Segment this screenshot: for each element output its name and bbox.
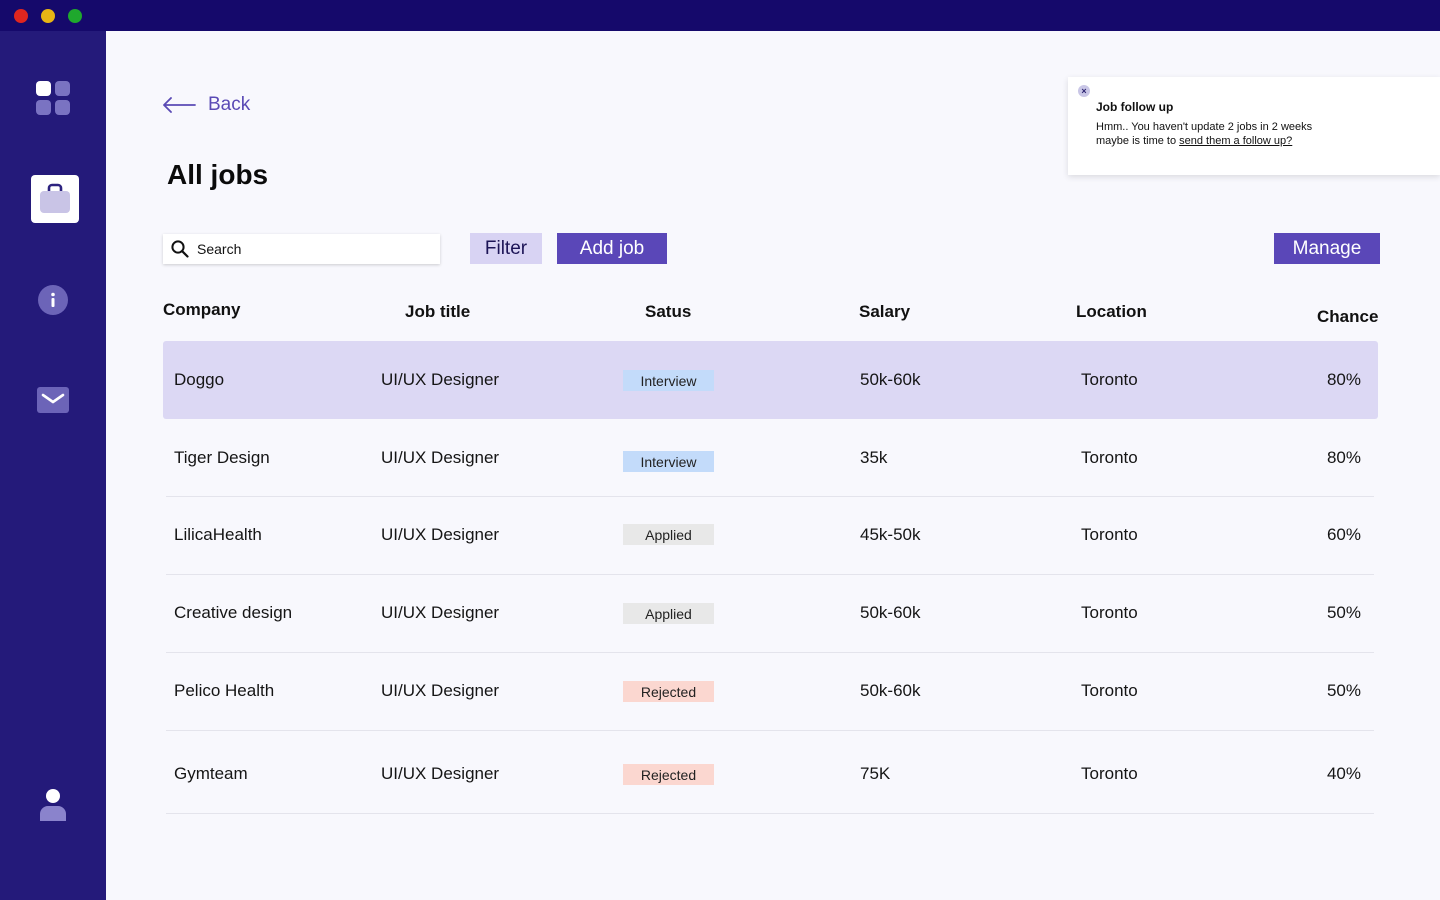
status-badge: Interview [623, 451, 714, 472]
arrow-left-icon [163, 97, 196, 113]
salary-cell: 45k-50k [860, 525, 921, 544]
status-badge: Rejected [623, 764, 714, 785]
search-input[interactable] [197, 241, 437, 257]
location-cell: Toronto [1081, 448, 1138, 467]
chance-cell: 50% [1326, 603, 1361, 622]
column-header-location[interactable]: Location [1076, 302, 1147, 322]
status-badge: Applied [623, 603, 714, 624]
notification-title: Job follow up [1096, 100, 1174, 114]
chance-cell: 80% [1326, 370, 1361, 389]
salary-cell: 50k-60k [860, 681, 921, 700]
company-cell: Pelico Health [174, 681, 275, 700]
job-title-cell: UI/UX Designer [381, 448, 500, 467]
back-button[interactable]: Back [162, 92, 250, 118]
window-titlebar [0, 0, 1440, 31]
search-box[interactable] [163, 234, 440, 264]
job-title-cell: UI/UX Designer [381, 370, 500, 389]
company-cell: Doggo [174, 370, 225, 389]
salary-cell: 35k [860, 448, 888, 467]
column-header-chance[interactable]: Chance [1317, 307, 1378, 327]
row-divider [166, 813, 1374, 814]
back-label: Back [208, 94, 251, 115]
column-header-status[interactable]: Satus [645, 302, 691, 322]
follow-up-link[interactable]: send them a follow up? [1179, 135, 1292, 147]
location-cell: Toronto [1081, 525, 1138, 544]
chance-cell: 60% [1326, 525, 1361, 544]
status-badge: Rejected [623, 681, 714, 702]
status-badge: Applied [623, 524, 714, 545]
column-header-salary[interactable]: Salary [859, 302, 910, 322]
table-row[interactable]: Pelico Health UI/UX Designer Rejected 50… [163, 653, 1378, 731]
chance-cell: 40% [1326, 764, 1361, 783]
window-minimize-button[interactable] [41, 9, 55, 23]
chance-cell: 80% [1326, 448, 1361, 467]
salary-cell: 50k-60k [860, 370, 921, 389]
salary-cell: 50k-60k [860, 603, 921, 622]
table-row[interactable]: LilicaHealth UI/UX Designer Applied 45k-… [163, 497, 1378, 575]
table-row[interactable]: Gymteam UI/UX Designer Rejected 75K Toro… [163, 731, 1378, 813]
search-icon [171, 240, 189, 258]
company-cell: LilicaHealth [174, 525, 262, 544]
job-title-cell: UI/UX Designer [381, 603, 500, 622]
job-title-cell: UI/UX Designer [381, 525, 500, 544]
table-row[interactable]: Doggo UI/UX Designer Interview 50k-60k T… [163, 341, 1378, 419]
page-title: All jobs [167, 159, 269, 190]
job-title-cell: UI/UX Designer [381, 681, 500, 700]
grid-icon[interactable] [36, 81, 70, 115]
company-cell: Creative design [174, 603, 293, 622]
add-job-button[interactable]: Add job [557, 233, 667, 264]
info-icon[interactable] [38, 285, 68, 315]
sidebar-item-jobs[interactable] [31, 175, 79, 223]
window-maximize-button[interactable] [68, 9, 82, 23]
briefcase-icon [40, 183, 70, 213]
company-cell: Gymteam [174, 764, 248, 783]
job-title-cell: UI/UX Designer [381, 764, 500, 783]
notification-text: maybe is time to [1096, 135, 1180, 147]
follow-up-notification: × Job follow up Hmm.. You haven't update… [1068, 77, 1440, 175]
user-icon[interactable] [38, 788, 68, 822]
chance-cell: 50% [1326, 681, 1361, 700]
table-row[interactable]: Tiger Design UI/UX Designer Interview 35… [163, 419, 1378, 497]
status-badge: Interview [623, 370, 714, 391]
window-close-button[interactable] [14, 9, 28, 23]
salary-cell: 75K [860, 764, 891, 783]
location-cell: Toronto [1081, 764, 1138, 783]
close-icon[interactable]: × [1078, 85, 1090, 97]
notification-line: Hmm.. You haven't update 2 jobs in 2 wee… [1096, 121, 1313, 133]
column-header-company[interactable]: Company [163, 300, 240, 320]
location-cell: Toronto [1081, 370, 1138, 389]
column-header-job-title[interactable]: Job title [405, 302, 470, 322]
notification-body: Hmm.. You haven't update 2 jobs in 2 wee… [1096, 120, 1426, 148]
table-row[interactable]: Creative design UI/UX Designer Applied 5… [163, 575, 1378, 653]
manage-button[interactable]: Manage [1274, 233, 1380, 264]
filter-button[interactable]: Filter [470, 233, 542, 264]
notification-line: maybe is time to send them a follow up? [1096, 134, 1426, 148]
location-cell: Toronto [1081, 681, 1138, 700]
location-cell: Toronto [1081, 603, 1138, 622]
company-cell: Tiger Design [174, 448, 270, 467]
mail-icon[interactable] [37, 387, 69, 413]
sidebar [0, 31, 106, 900]
